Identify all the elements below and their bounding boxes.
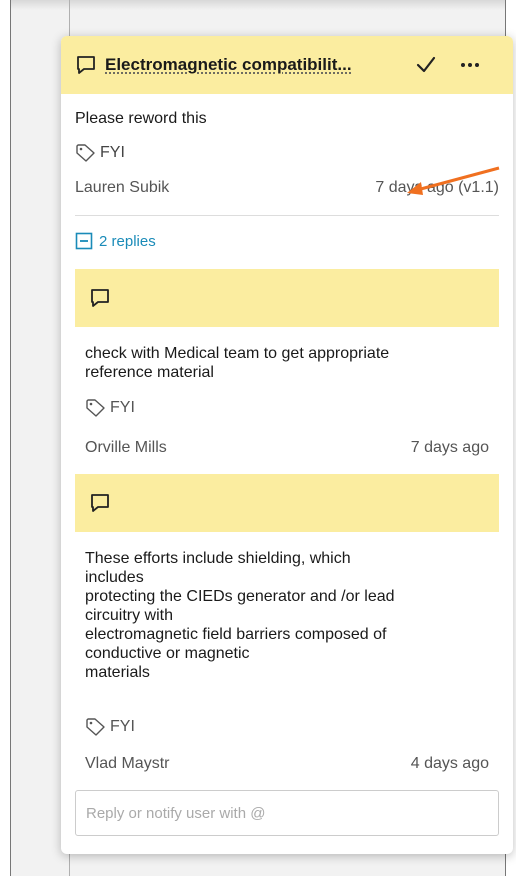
reply-author: Orville Mills	[85, 439, 167, 456]
reply-text-line: reference material	[85, 364, 214, 381]
comment-icon	[75, 54, 97, 76]
connector-arrow-icon	[407, 166, 500, 195]
comment-text: Please reword this	[75, 110, 207, 127]
reply-text-line: electromagnetic field barriers composed …	[85, 626, 387, 643]
document-frame: Electromagnetic compatibilit... Please r…	[10, 0, 513, 876]
checkmark-icon[interactable]	[415, 54, 437, 76]
comment-header: Electromagnetic compatibilit...	[61, 36, 513, 94]
reply-timestamp: 4 days ago	[410, 755, 489, 772]
tag-icon	[75, 143, 97, 163]
reply-header	[75, 474, 499, 532]
reply-text-line: protecting the CIEDs generator and /or l…	[85, 588, 395, 605]
reply-author: Vlad Maystr	[85, 755, 170, 772]
replies-toggle-label: 2 replies	[99, 232, 156, 250]
collapse-box-icon	[75, 232, 93, 250]
tag-label: FYI	[100, 144, 125, 161]
reply-meta: Vlad Maystr 4 days ago	[61, 755, 513, 773]
reply-text-line: check with Medical team to get appropria…	[85, 345, 390, 362]
ellipsis-icon[interactable]	[459, 54, 481, 76]
tag-icon	[85, 398, 107, 418]
replies-toggle[interactable]: 2 replies	[61, 232, 513, 250]
tag-label: FYI	[110, 399, 135, 416]
reply-tag[interactable]: FYI	[61, 398, 513, 418]
comment-icon	[89, 492, 111, 514]
reply-text: These efforts include shielding, which i…	[61, 549, 513, 682]
reply-text-line: These efforts include shielding, which	[85, 550, 351, 567]
tag-label: FYI	[110, 718, 135, 735]
reply-header	[75, 269, 499, 327]
reply-tag[interactable]: FYI	[61, 717, 513, 737]
tag-icon	[85, 717, 107, 737]
reply-timestamp: 7 days ago	[410, 439, 489, 456]
comment-card: Electromagnetic compatibilit... Please r…	[61, 36, 513, 854]
comment-icon	[89, 287, 111, 309]
reply-text-line: circuitry with	[85, 607, 174, 624]
reply-text-line: conductive or magnetic	[85, 645, 250, 662]
frame-shadow	[11, 0, 505, 10]
comment-tag[interactable]: FYI	[61, 143, 513, 163]
comment-title[interactable]: Electromagnetic compatibilit...	[105, 55, 395, 75]
reply-text-line: includes	[85, 569, 144, 586]
reply-meta: Orville Mills 7 days ago	[61, 439, 513, 457]
divider	[75, 215, 499, 216]
reply-text-line: materials	[85, 664, 150, 681]
comment-author: Lauren Subik	[75, 179, 170, 196]
reply-input[interactable]	[75, 790, 499, 836]
reply-text: check with Medical team to get appropria…	[61, 344, 513, 382]
